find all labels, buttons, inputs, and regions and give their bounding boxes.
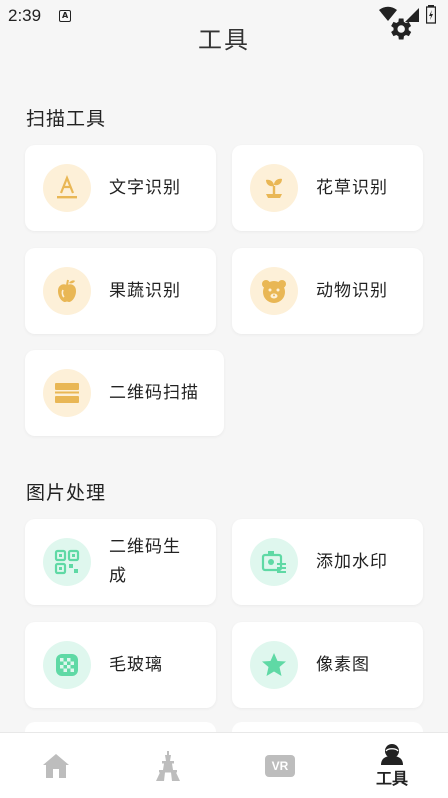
tool-card-plant-recognition[interactable]: 花草识别	[232, 145, 423, 231]
sprout-icon	[250, 164, 298, 212]
tool-card-qr-generate[interactable]: 二维码生 成	[25, 519, 216, 605]
nav-item-vr[interactable]: VR	[224, 733, 336, 798]
star-icon	[250, 641, 298, 689]
user-icon	[381, 743, 403, 765]
tool-label: 动物识别	[316, 280, 388, 301]
tool-label: 花草识别	[316, 177, 388, 198]
tool-card-qr-scan[interactable]: 二维码扫描	[25, 350, 224, 436]
nav-item-home[interactable]	[0, 733, 112, 798]
tool-card-frosted-glass[interactable]: 毛玻璃	[25, 622, 216, 708]
tool-label: 添加水印	[316, 551, 388, 572]
tool-label: 果蔬识别	[109, 280, 181, 301]
section-title-scan: 扫描工具	[26, 108, 107, 130]
tool-card-partial	[232, 722, 423, 732]
home-icon	[43, 753, 69, 778]
section-title-image: 图片处理	[26, 482, 107, 504]
vr-badge-text: VR	[271, 758, 289, 773]
apple-icon	[43, 267, 91, 315]
tool-card-watermark[interactable]: 添加水印	[232, 519, 423, 605]
tool-label-line2: 成	[109, 566, 127, 586]
scan-icon	[43, 369, 91, 417]
tool-card-pixel-art[interactable]: 像素图	[232, 622, 423, 708]
tool-label: 像素图	[316, 654, 370, 675]
tool-card-partial	[25, 722, 216, 732]
tool-label-line1: 二维码生	[109, 537, 181, 557]
text-recognition-icon	[43, 164, 91, 212]
tool-label: 二维码生 成	[109, 533, 181, 591]
bear-icon	[250, 267, 298, 315]
tool-label: 二维码扫描	[109, 382, 199, 403]
tool-card-text-recognition[interactable]: 文字识别	[25, 145, 216, 231]
page-header: 工具	[0, 0, 448, 70]
gear-icon[interactable]	[386, 15, 414, 43]
tool-card-animal-recognition[interactable]: 动物识别	[232, 248, 423, 334]
nav-item-landmarks[interactable]	[112, 733, 224, 798]
vr-icon: VR	[265, 754, 295, 777]
nav-item-tools[interactable]: 工具	[336, 733, 448, 798]
tool-card-fruit-recognition[interactable]: 果蔬识别	[25, 248, 216, 334]
nav-label-tools: 工具	[375, 768, 408, 788]
qr-code-icon	[43, 538, 91, 586]
watermark-icon	[250, 538, 298, 586]
tool-label: 毛玻璃	[109, 654, 163, 675]
page-title: 工具	[198, 25, 250, 54]
tower-icon	[156, 750, 180, 781]
bottom-nav: VR 工具	[0, 732, 448, 798]
frosted-glass-icon	[43, 641, 91, 689]
tool-label: 文字识别	[109, 177, 181, 198]
